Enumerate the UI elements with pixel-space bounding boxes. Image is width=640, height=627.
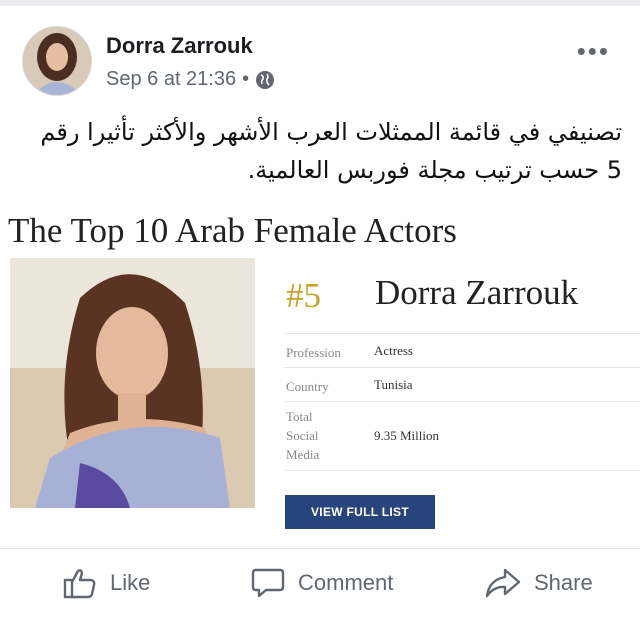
profession-row: Profession Actress (284, 333, 640, 366)
share-label: Share (534, 570, 593, 595)
globe-icon (255, 70, 275, 90)
comment-icon (250, 565, 286, 601)
view-full-list-button[interactable]: VIEW FULL LIST (285, 495, 435, 529)
actor-name: Dorra Zarrouk (375, 273, 579, 312)
comment-label: Comment (298, 570, 394, 595)
rank-number: #5 (286, 276, 321, 315)
post-meta: Sep 6 at 21:36 • (106, 68, 275, 91)
like-label: Like (110, 570, 151, 595)
country-row: Country Tunisia (284, 367, 640, 402)
social-media-row: Total Social Media 9.35 Million (284, 401, 640, 471)
share-arrow-icon (484, 565, 522, 601)
like-button[interactable]: Like (62, 565, 150, 601)
row-label: Profession (286, 345, 341, 360)
row-value: Tunisia (374, 377, 413, 392)
row-label: Total Social Media (286, 409, 320, 462)
thumbs-up-icon (62, 565, 98, 601)
author-name[interactable]: Dorra Zarrouk (106, 33, 253, 59)
more-options-button[interactable]: ••• (577, 36, 610, 67)
comment-button[interactable]: Comment (250, 565, 393, 601)
row-value: Actress (374, 343, 413, 358)
post-text: تصنيفي في قائمة الممثلات العرب الأشهر وا… (40, 118, 622, 184)
post-header: Dorra Zarrouk Sep 6 at 21:36 • ••• (0, 6, 640, 106)
post-timestamp[interactable]: Sep 6 at 21:36 (106, 68, 236, 91)
row-label: Country (286, 379, 329, 394)
post-actions-bar: Like Comment Share (0, 548, 640, 627)
avatar[interactable] (22, 26, 92, 96)
share-button[interactable]: Share (484, 565, 593, 601)
row-value: 9.35 Million (374, 428, 440, 443)
card-title: The Top 10 Arab Female Actors (8, 211, 457, 250)
link-preview-card[interactable]: The Top 10 Arab Female Actors #5 Dorra Z… (0, 205, 640, 540)
meta-separator: • (242, 68, 250, 90)
actor-photo (10, 258, 255, 508)
